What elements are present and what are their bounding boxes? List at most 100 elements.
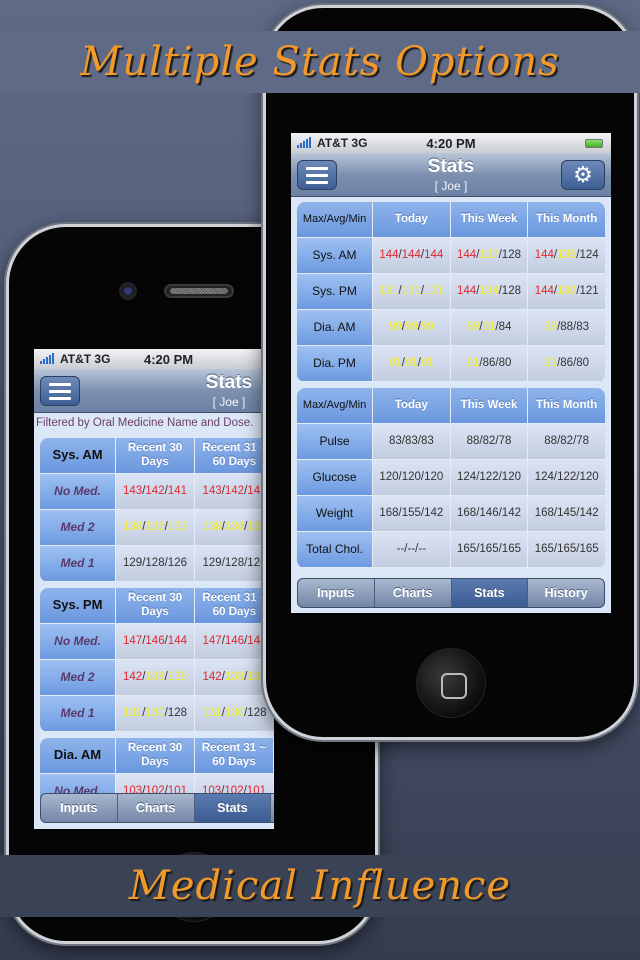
stat-value-cell: 165/165/165 xyxy=(528,532,605,568)
tab-inputs[interactable]: Inputs xyxy=(41,794,118,822)
clock: 4:20 PM xyxy=(144,351,194,367)
stat-value: 124 xyxy=(457,470,477,483)
stat-value-cell: 138/136/133 xyxy=(116,510,195,546)
stat-value: -- xyxy=(418,542,427,555)
stat-value: 78 xyxy=(576,434,590,447)
stat-value: 147 xyxy=(202,634,222,647)
back-tables: Sys. AM Recent 30 Days Recent 31 ~ 60 Days… xyxy=(34,438,274,810)
stat-value: 165 xyxy=(534,542,554,555)
table-corner-header: Max/Avg/Min xyxy=(297,388,373,424)
stat-value-cell: 91 / 86 / 80 xyxy=(450,346,529,382)
stat-value-cell: 131/130/128 xyxy=(116,696,195,732)
status-bar: AT&T 3G 4:20 PM xyxy=(291,133,611,153)
tab-charts[interactable]: Charts xyxy=(375,579,452,607)
tab-history[interactable]: History xyxy=(528,579,604,607)
stat-value: 130 xyxy=(557,284,577,297)
column-header: This Week xyxy=(450,202,529,238)
stat-value: 165 xyxy=(579,542,599,555)
stat-value: 165 xyxy=(501,542,521,555)
table-row: Dia. PM 91 / 91 / 91 91 / 86 / 80 91 / 86 /… xyxy=(297,346,605,382)
stat-value: -- xyxy=(396,542,405,555)
column-header: This Week xyxy=(450,388,529,424)
front-screen: AT&T 3G 4:20 PM Stats [ Joe ] ⚙ Max/Avg/… xyxy=(291,133,611,613)
stat-value: 142 xyxy=(145,484,165,497)
stat-value: 129 xyxy=(123,556,143,569)
filter-note: Filtered by Oral Medicine Name and Dose. xyxy=(36,417,254,429)
row-label: Total Chol. xyxy=(297,532,373,568)
stat-value: 142 xyxy=(123,670,143,683)
stat-value-cell: 144/137/128 xyxy=(450,238,529,274)
banner-top: Multiple Stats Options xyxy=(0,31,640,93)
tab-charts[interactable]: Charts xyxy=(118,794,195,822)
stat-value: 120 xyxy=(501,470,521,483)
table-row: Pulse 83 / 83 / 83 88 / 82 / 78 88 / 82 / 7… xyxy=(297,424,605,460)
back-screen: AT&T 3G 4:20 PM Stats [ Joe ] Filtered b… xyxy=(34,349,274,829)
stat-value: 86 xyxy=(482,356,496,369)
stat-value-cell: 168/145/142 xyxy=(528,496,605,532)
stat-value-cell: 142/138/135 xyxy=(116,660,195,696)
table-row: Sys. AM 144/144/144 144/137/128 144/135/124 xyxy=(297,238,605,274)
stat-value: 142 xyxy=(501,506,521,519)
phone-front: AT&T 3G 4:20 PM Stats [ Joe ] ⚙ Max/Avg/… xyxy=(263,5,637,740)
stat-value: 135 xyxy=(167,670,187,683)
stat-value-cell: 120/120/120 xyxy=(373,460,451,496)
stat-value: 128 xyxy=(501,284,521,297)
tab-history[interactable]: History xyxy=(271,794,274,822)
column-header: This Month xyxy=(528,388,605,424)
stat-value: 144 xyxy=(401,248,421,261)
stat-value: 134 xyxy=(479,284,499,297)
stat-value: 138 xyxy=(123,520,143,533)
stat-value-cell: -- / -- / -- xyxy=(373,532,451,568)
stat-value: 145 xyxy=(557,506,577,519)
stat-value: 147 xyxy=(123,634,143,647)
table-header-row: Max/Avg/Min Today This Week This Month xyxy=(297,202,605,238)
stat-value: 131 xyxy=(202,706,222,719)
stat-value-cell: 124/122/120 xyxy=(450,460,529,496)
stat-value: 128 xyxy=(145,556,165,569)
table-row: Glucose 120/120/120 124/122/120 124/122/120 xyxy=(297,460,605,496)
stat-value: 144 xyxy=(534,248,554,261)
stat-value-cell: 143/142/141 xyxy=(116,474,195,510)
battery-icon xyxy=(585,139,603,148)
settings-button[interactable]: ⚙ xyxy=(561,160,605,190)
stat-value: 131 xyxy=(424,284,444,297)
stat-value: 99 xyxy=(544,320,558,333)
stat-value: 99 xyxy=(420,320,434,333)
stat-value: 128 xyxy=(167,706,187,719)
row-label: No Med. xyxy=(40,474,116,510)
stat-value: 155 xyxy=(401,506,421,519)
stat-value: 143 xyxy=(202,484,222,497)
row-label: Dia. PM xyxy=(297,346,373,382)
column-header: Today xyxy=(373,202,451,238)
menu-button[interactable] xyxy=(40,376,80,406)
stat-value: 124 xyxy=(534,470,554,483)
stat-value: 136 xyxy=(224,520,245,533)
status-bar: AT&T 3G 4:20 PM xyxy=(34,349,274,369)
column-header: Recent 30 Days xyxy=(116,588,195,624)
table-row: No Med. 147/146/144 147/146/144 xyxy=(40,624,274,660)
tab-inputs[interactable]: Inputs xyxy=(298,579,375,607)
stat-value: 168 xyxy=(534,506,554,519)
stat-value: 124 xyxy=(579,248,599,261)
row-label: Glucose xyxy=(297,460,373,496)
stat-value-cell: 99 / 91 / 84 xyxy=(450,310,529,346)
stat-value-cell: 91 / 91 / 91 xyxy=(373,346,451,382)
tab-bar: InputsChartsStatsHistory xyxy=(40,793,274,823)
menu-icon xyxy=(49,382,71,400)
table-corner-header: Sys. AM xyxy=(40,438,116,474)
stat-value: 135 xyxy=(557,248,577,261)
stat-value: 83 xyxy=(420,434,434,447)
stat-value: 91 xyxy=(482,320,496,333)
menu-button[interactable] xyxy=(297,160,337,190)
home-button[interactable] xyxy=(416,648,486,718)
signal-icon xyxy=(40,353,54,364)
stat-value-cell: 83 / 83 / 83 xyxy=(373,424,451,460)
stat-value-cell: 91 / 86 / 80 xyxy=(528,346,605,382)
stat-value: 165 xyxy=(457,542,477,555)
stat-value: 121 xyxy=(579,284,599,297)
stat-value-cell: 99 / 99 / 99 xyxy=(373,310,451,346)
table-row: Med 1 129/128/126 129/128/126 xyxy=(40,546,274,582)
column-header: This Month xyxy=(528,202,605,238)
tab-stats[interactable]: Stats xyxy=(451,579,529,607)
tab-stats[interactable]: Stats xyxy=(194,794,272,822)
